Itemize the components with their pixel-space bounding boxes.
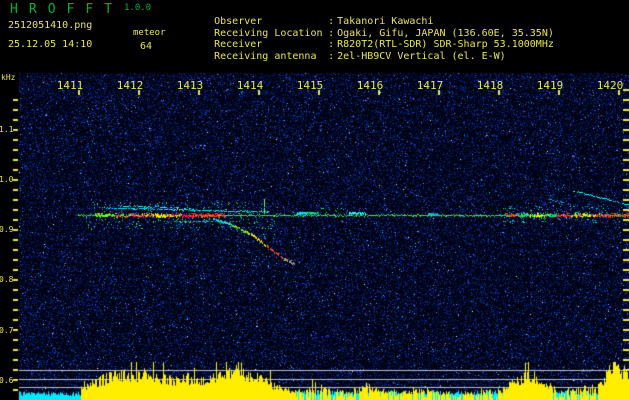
- time-label-1420: 1420: [596, 79, 624, 92]
- app-version: 1.0.0: [124, 3, 152, 13]
- info-row-observer: Observer: Takanori Kawachi: [178, 5, 554, 27]
- output-filename: 2512051410.png: [8, 20, 93, 31]
- time-label-1412: 1412: [116, 79, 144, 92]
- time-label-1411: 1411: [56, 79, 84, 92]
- station-info: Observer: Takanori Kawachi Receiving Loca…: [178, 5, 554, 62]
- time-label-1414: 1414: [236, 79, 264, 92]
- mode-label: meteor: [133, 28, 166, 38]
- info-row-antenna: Receiving antenna:2el-HB9CV Vertical (el…: [178, 40, 554, 62]
- app-title: H R O F F T: [10, 2, 114, 17]
- info-row-location: Receiving Location: Ogaki, Gifu, JAPAN (1…: [178, 17, 554, 39]
- time-label-1417: 1417: [416, 79, 444, 92]
- echo-count: 64: [140, 41, 153, 52]
- freq-label-1.0: 1.0: [0, 175, 14, 184]
- freq-label-1.1: 1.1: [0, 125, 14, 134]
- time-label-1413: 1413: [176, 79, 204, 92]
- time-label-1416: 1416: [356, 79, 384, 92]
- info-value: 2el-HB9CV Vertical (el. E-W): [337, 50, 506, 62]
- time-label-1418: 1418: [476, 79, 504, 92]
- datetime-label: 25.12.05 14:10: [8, 39, 93, 50]
- freq-label-0.8: 0.8: [0, 275, 14, 284]
- time-label-1415: 1415: [296, 79, 324, 92]
- hrofft-window: H R O F F T 1.0.0 2512051410.png meteor …: [0, 0, 629, 400]
- info-label: Receiving antenna: [214, 50, 317, 62]
- info-colon: :: [328, 50, 335, 62]
- time-label-1419: 1419: [536, 79, 564, 92]
- info-row-receiver: Receiver: R820T2(RTL-SDR) SDR-Sharp 53.10…: [178, 28, 554, 50]
- freq-axis-unit: kHz: [1, 73, 16, 82]
- freq-label-0.9: 0.9: [0, 225, 14, 234]
- freq-label-0.7: 0.7: [0, 326, 14, 335]
- freq-label-0.6: 0.6: [0, 376, 14, 385]
